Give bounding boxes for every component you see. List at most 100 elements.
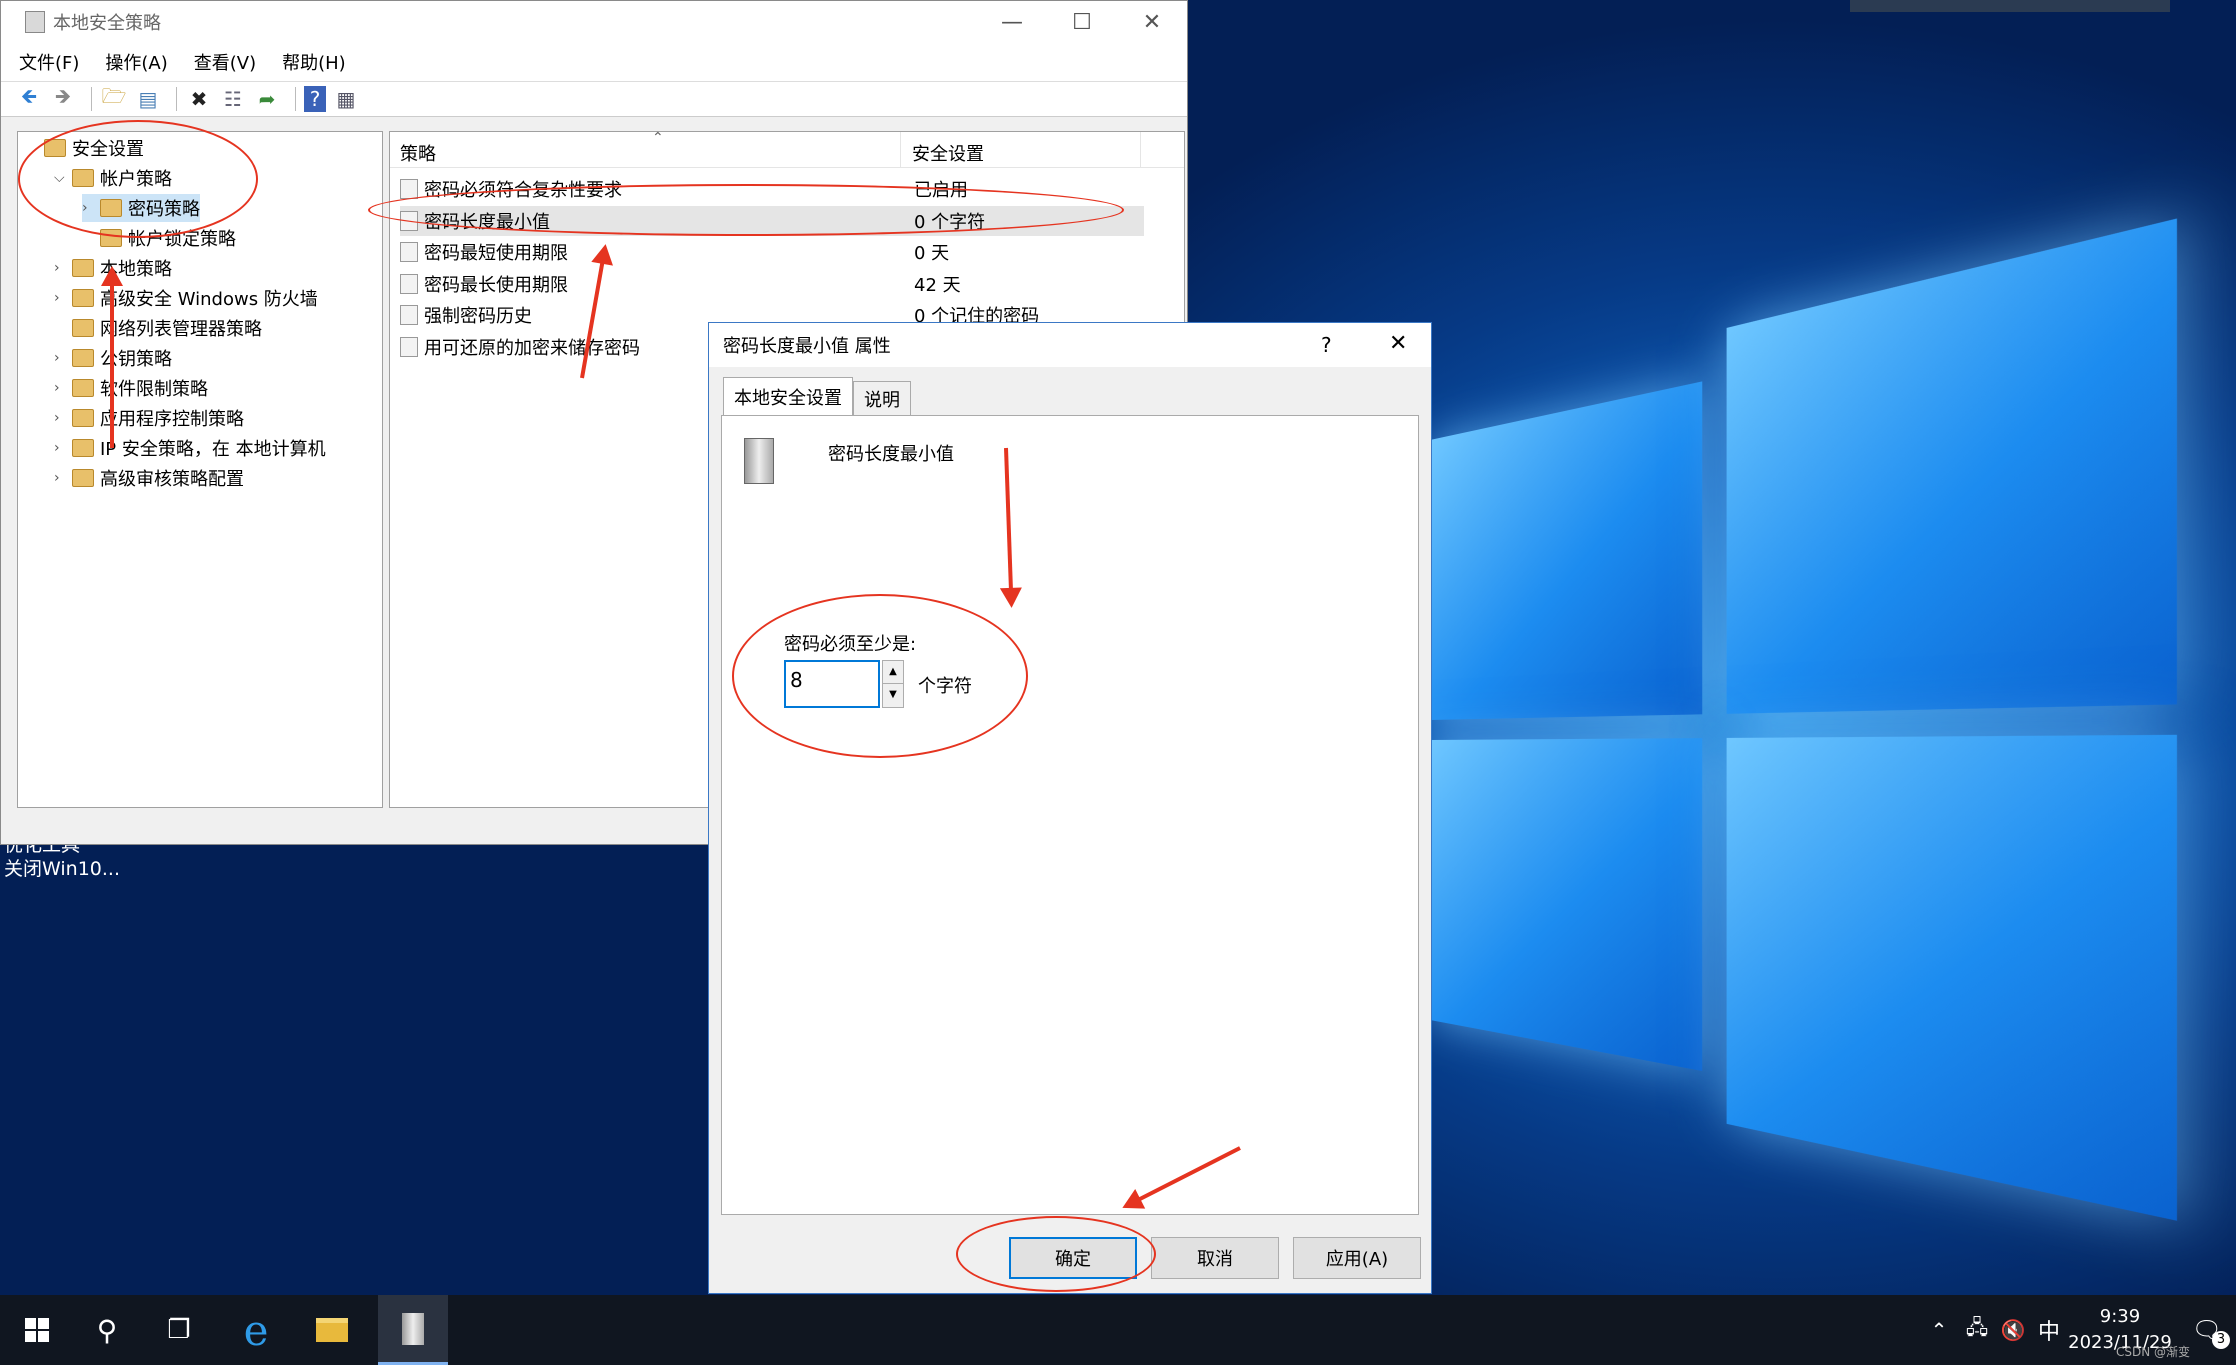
tree-item[interactable]: 网络列表管理器策略 (54, 314, 262, 342)
policy-name: 用可还原的加密来储存密码 (424, 337, 640, 359)
tree-expander-icon[interactable]: › (54, 260, 72, 276)
tab-explain[interactable]: 说明 (853, 381, 911, 415)
tree-item-label: 高级审核策略配置 (100, 469, 244, 490)
tab-content: 密码长度最小值 密码必须至少是: 8 ▲ ▼ 个字符 (721, 415, 1419, 1215)
help-icon[interactable]: ? (304, 86, 326, 112)
policy-name: 强制密码历史 (424, 306, 532, 327)
column-header-policy[interactable]: 策略 (400, 140, 436, 166)
folder-icon (72, 439, 94, 457)
folder-icon (72, 259, 94, 277)
desktop-icon-label-2[interactable]: 关闭Win10... (4, 854, 120, 881)
policy-setting: 42 天 (914, 274, 961, 296)
show-hidden-icons-chevron-icon[interactable]: ⌃ (1924, 1295, 1954, 1365)
apply-button[interactable]: 应用(A) (1293, 1237, 1421, 1279)
toolbar-separator (176, 87, 177, 111)
properties-icon[interactable]: ☷ (219, 86, 247, 112)
annotation-circle-account-policy (18, 120, 258, 238)
list-header: 策略 ⌃ 安全设置 (390, 130, 1184, 168)
menu-view[interactable]: 查看(V) (194, 49, 256, 75)
tree-item[interactable]: › IP 安全策略，在 本地计算机 (54, 434, 326, 462)
tree-expander-icon[interactable]: › (54, 410, 72, 426)
title-bar[interactable]: 本地安全策略 — ☐ ✕ (1, 1, 1187, 43)
taskbar: ⚲ ❐ e ⌃ 🖧 🔇 中 9:39 2023/11/29 🗨 3 CSDN @渐… (0, 1295, 2236, 1365)
policy-icon (400, 179, 418, 199)
tree-item-label: 高级安全 Windows 防火墙 (100, 289, 318, 310)
close-button[interactable]: ✕ (1117, 1, 1187, 43)
policy-row[interactable]: 密码最长使用期限 42 天 (400, 269, 1520, 299)
toolbar: 🡸 🡺 🗁 ▤ ✖ ☷ ➦ ? ▦ (1, 81, 1187, 117)
menu-help[interactable]: 帮助(H) (282, 49, 346, 75)
dialog-title-bar[interactable]: 密码长度最小值 属性 ? ✕ (709, 323, 1431, 367)
desktop-top-bar (1850, 0, 2170, 12)
policy-name: 密码最长使用期限 (424, 274, 568, 296)
tree-item[interactable]: › 高级安全 Windows 防火墙 (54, 284, 318, 312)
windows-logo-wallpaper (1430, 218, 2177, 1221)
server-policy-icon (744, 438, 774, 484)
internet-explorer-icon[interactable]: e (228, 1295, 284, 1365)
tree-item-label: 应用程序控制策略 (100, 409, 244, 430)
tree-expander-icon[interactable]: › (54, 350, 72, 366)
folder-icon (72, 289, 94, 307)
tree-expander-icon[interactable]: › (54, 470, 72, 486)
tree-item-label: IP 安全策略，在 本地计算机 (100, 439, 326, 460)
notification-badge: 3 (2212, 1331, 2230, 1349)
toolbar-separator (91, 87, 92, 111)
dialog-help-button[interactable]: ? (1321, 333, 1332, 357)
maximize-button[interactable]: ☐ (1047, 1, 1117, 43)
annotation-circle-ok (956, 1216, 1156, 1292)
task-view-icon[interactable]: ❐ (154, 1295, 204, 1365)
tree-expander-icon[interactable]: › (54, 440, 72, 456)
menu-action[interactable]: 操作(A) (105, 49, 167, 75)
action-pane-icon[interactable]: ▦ (332, 86, 360, 112)
tree-expander-icon[interactable]: › (54, 380, 72, 396)
ime-indicator[interactable]: 中 (2032, 1295, 2066, 1365)
file-explorer-icon[interactable] (304, 1295, 360, 1365)
policy-icon (400, 273, 418, 294)
tab-local-security-setting[interactable]: 本地安全设置 (723, 377, 853, 415)
annotation-circle-min-length-row (368, 184, 1124, 236)
folder-icon (72, 409, 94, 427)
tree-item-label: 软件限制策略 (100, 379, 208, 400)
volume-muted-icon[interactable]: 🔇 (1996, 1295, 2030, 1365)
menu-bar: 文件(F) 操作(A) 查看(V) 帮助(H) (1, 43, 1187, 81)
window-title: 本地安全策略 (53, 13, 161, 34)
clock-time: 9:39 (2099, 1306, 2141, 1327)
toolbar-separator (295, 87, 296, 111)
policy-setting: 0 天 (914, 243, 950, 264)
search-icon[interactable]: ⚲ (82, 1295, 132, 1365)
folder-icon (72, 379, 94, 397)
delete-icon[interactable]: ✖ (185, 86, 213, 112)
minimize-button[interactable]: — (977, 1, 1047, 43)
show-hide-tree-icon[interactable]: ▤ (134, 86, 162, 112)
cancel-button[interactable]: 取消 (1151, 1237, 1279, 1279)
policy-row[interactable]: 密码最短使用期限 0 天 (400, 237, 1520, 267)
dialog-tabs: 本地安全设置 说明 (723, 377, 911, 415)
tree-item[interactable]: › 软件限制策略 (54, 374, 208, 402)
sort-arrow-icon: ⌃ (652, 130, 664, 146)
back-arrow-icon[interactable]: 🡸 (15, 84, 43, 112)
policy-icon (400, 242, 418, 262)
policy-icon (400, 336, 418, 357)
windows-start-icon (25, 1318, 49, 1342)
dialog-close-button[interactable]: ✕ (1389, 331, 1407, 356)
up-folder-icon[interactable]: 🗁 (100, 84, 128, 112)
column-header-setting[interactable]: 安全设置 (912, 140, 984, 166)
dialog-title: 密码长度最小值 属性 (723, 336, 891, 357)
network-icon[interactable]: 🖧 (1960, 1295, 1994, 1365)
column-divider (1140, 132, 1141, 168)
annotation-arrow-tree (110, 270, 114, 448)
tree-expander-icon[interactable]: › (54, 290, 72, 306)
local-security-policy-taskbar-icon[interactable] (378, 1295, 448, 1365)
menu-file[interactable]: 文件(F) (19, 49, 79, 75)
folder-icon (72, 319, 94, 337)
folder-icon (72, 469, 94, 487)
watermark: CSDN @渐变 (2116, 1345, 2191, 1359)
folder-icon (72, 349, 94, 367)
tree-pane: 安全设置 ⌵ 帐户策略 › 密码策略 帐户锁定策略 › 本地策略 › 高级安全 Windows 防… (17, 131, 383, 808)
tree-item[interactable]: › 高级审核策略配置 (54, 464, 244, 492)
start-button[interactable] (12, 1295, 62, 1365)
forward-arrow-icon[interactable]: 🡺 (49, 84, 77, 112)
export-list-icon[interactable]: ➦ (253, 86, 281, 112)
tree-item[interactable]: › 应用程序控制策略 (54, 404, 244, 432)
annotation-circle-input (732, 594, 1028, 758)
